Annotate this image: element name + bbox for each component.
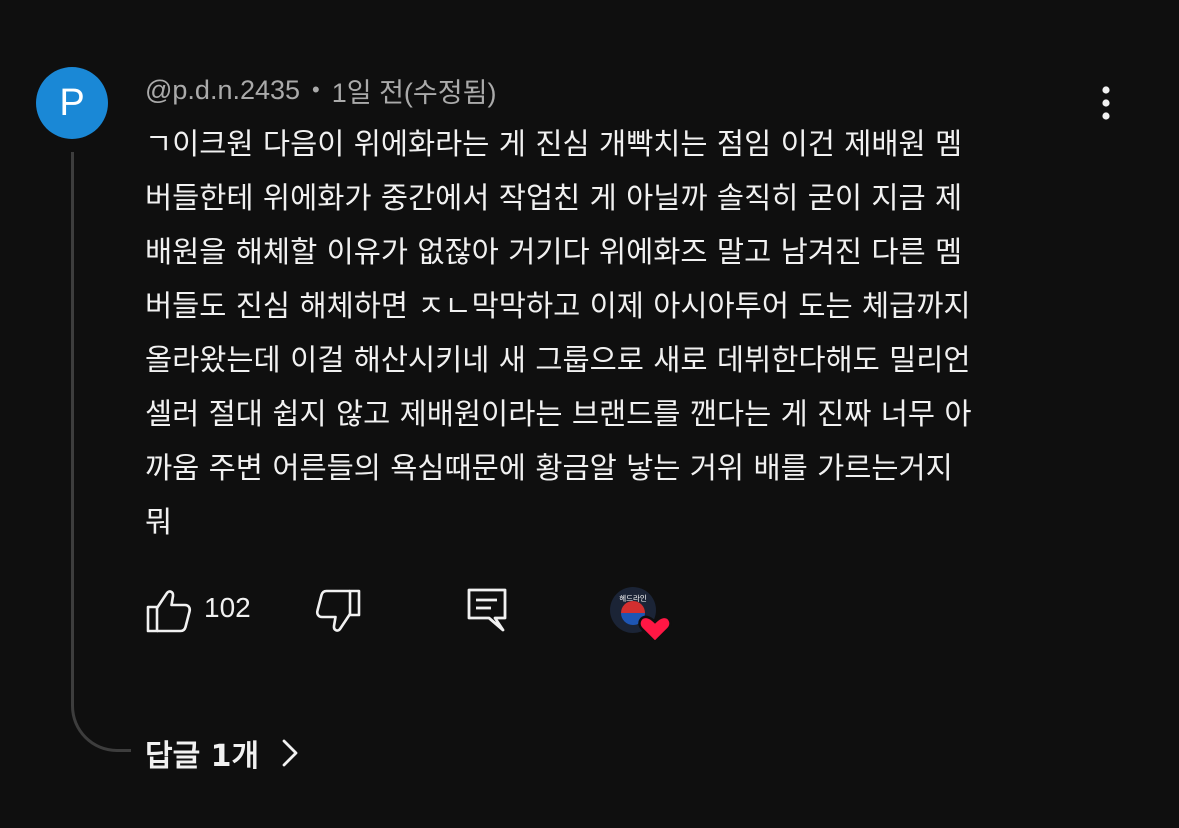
reply-button[interactable] bbox=[465, 586, 509, 634]
avatar-letter: P bbox=[59, 81, 85, 124]
reply-thread-line bbox=[71, 152, 131, 752]
chevron-right-icon bbox=[282, 739, 298, 767]
like-count: 102 bbox=[204, 592, 251, 623]
avatar[interactable]: P bbox=[36, 67, 108, 139]
comment-timestamp[interactable]: 1일 전(수정됨) bbox=[332, 71, 497, 110]
comment-meta: @p.d.n.2435 • 1일 전(수정됨) bbox=[145, 72, 496, 108]
replies-label: 답글 1개 bbox=[145, 739, 260, 774]
thumbs-up-icon bbox=[146, 590, 192, 633]
meta-separator: • bbox=[312, 77, 320, 102]
creator-heart-icon: 헤드라인 bbox=[610, 587, 672, 644]
thumbs-down-icon bbox=[315, 589, 361, 632]
show-replies-button[interactable]: 답글 1개 bbox=[145, 730, 299, 776]
like-button[interactable] bbox=[145, 588, 193, 634]
comment-text: ㄱ이크원 다음이 위에화라는 게 진심 개빡치는 점임 이건 제배원 멤 버들한… bbox=[145, 127, 972, 539]
author-handle[interactable]: @p.d.n.2435 bbox=[145, 75, 300, 106]
reply-comment-icon bbox=[467, 588, 507, 632]
dislike-button[interactable] bbox=[314, 588, 362, 634]
creator-heart: 헤드라인 bbox=[609, 586, 673, 644]
